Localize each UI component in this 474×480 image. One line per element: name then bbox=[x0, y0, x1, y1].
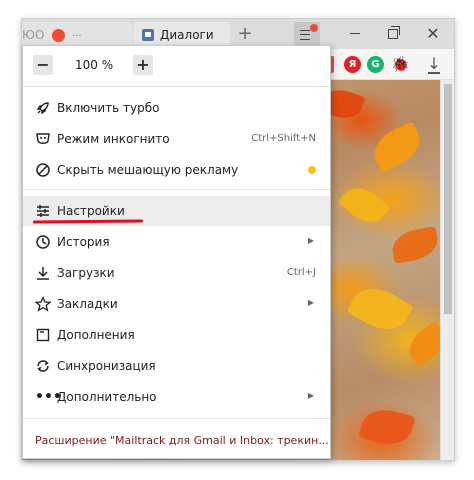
menu-item-turbo[interactable]: Включить турбо bbox=[23, 93, 330, 123]
menu-item-label: Синхронизация bbox=[57, 359, 156, 373]
download-icon bbox=[35, 265, 51, 281]
star-icon bbox=[34, 295, 52, 312]
maximize-button[interactable] bbox=[378, 23, 408, 45]
vk-favicon-icon bbox=[142, 29, 154, 41]
menu-item-more[interactable]: ••• Дополнительно ▶ bbox=[23, 382, 330, 412]
notification-dot bbox=[310, 24, 318, 32]
sync-icon bbox=[35, 358, 51, 374]
menu-item-label: Загрузки bbox=[57, 266, 115, 280]
submenu-arrow-icon: ▶ bbox=[307, 236, 314, 245]
menu-item-bookmarks[interactable]: Закладки ▶ bbox=[23, 289, 330, 319]
leaf bbox=[346, 278, 414, 340]
divider bbox=[23, 189, 330, 190]
scrollbar[interactable] bbox=[440, 80, 454, 460]
menu-item-label: Включить турбо bbox=[57, 101, 160, 115]
divider bbox=[23, 418, 330, 419]
tab-title: Диалоги bbox=[160, 28, 214, 42]
close-icon: ✕ bbox=[426, 24, 440, 43]
restore-icon bbox=[388, 25, 400, 39]
block-icon bbox=[35, 162, 51, 178]
minimize-icon bbox=[350, 33, 360, 34]
yandex-extension-icon[interactable]: Я bbox=[344, 56, 361, 73]
settings-icon bbox=[35, 203, 51, 219]
screenshot: ЮО ... Диалоги + ✕ Я G 🐞 ↓ − 100 % + Вкл… bbox=[0, 0, 474, 480]
menu-item-history[interactable]: История ▶ bbox=[23, 227, 330, 257]
menu-item-label: Дополнительно bbox=[57, 390, 157, 404]
tab-title: ... bbox=[72, 28, 82, 39]
incognito-icon bbox=[35, 131, 51, 147]
zoom-out-button[interactable]: − bbox=[33, 55, 53, 75]
status-dot bbox=[308, 166, 316, 174]
leaf bbox=[337, 179, 391, 231]
menu-item-downloads[interactable]: Загрузки Ctrl+J bbox=[23, 258, 330, 288]
submenu-arrow-icon: ▶ bbox=[307, 391, 314, 400]
shortcut-label: Ctrl+J bbox=[286, 267, 316, 278]
submenu-arrow-icon: ▶ bbox=[307, 298, 314, 307]
extension-notification-link[interactable]: Расширение "Mailtrack для Gmail и Inbox:… bbox=[35, 434, 329, 447]
menu-item-sync[interactable]: Синхронизация bbox=[23, 351, 330, 381]
menu-item-hide-ads[interactable]: Скрыть мешающую рекламу bbox=[23, 155, 330, 185]
zoom-in-button[interactable]: + bbox=[133, 55, 153, 75]
addons-icon bbox=[35, 327, 51, 343]
shortcut-label: Ctrl+Shift+N bbox=[251, 133, 316, 144]
menu-item-label: Скрыть мешающую рекламу bbox=[57, 163, 239, 177]
menu-item-label: История bbox=[57, 235, 110, 249]
site-favicon bbox=[52, 29, 65, 42]
leaf bbox=[389, 226, 441, 264]
zoom-level: 100 % bbox=[75, 58, 114, 72]
divider bbox=[23, 86, 330, 87]
tab-title: ЮО bbox=[22, 28, 45, 42]
new-tab-button[interactable]: + bbox=[234, 23, 256, 45]
menu-item-incognito[interactable]: Режим инкогнито Ctrl+Shift+N bbox=[23, 124, 330, 154]
leaf bbox=[358, 404, 416, 450]
leaf bbox=[367, 121, 427, 173]
highlight-underline bbox=[32, 219, 144, 224]
rocket-icon bbox=[35, 100, 51, 116]
menu-item-label: Настройки bbox=[57, 204, 125, 218]
history-icon bbox=[35, 234, 51, 250]
menu-button[interactable] bbox=[294, 22, 320, 46]
zoom-controls: − 100 % + bbox=[23, 46, 330, 86]
menu-item-label: Режим инкогнито bbox=[57, 132, 170, 146]
grammarly-extension-icon[interactable]: G bbox=[367, 56, 384, 73]
menu-item-addons[interactable]: Дополнения bbox=[23, 320, 330, 350]
scrollbar-thumb[interactable] bbox=[444, 84, 452, 314]
hamburger-icon bbox=[300, 30, 310, 40]
minimize-button[interactable] bbox=[340, 23, 370, 45]
menu-item-label: Дополнения bbox=[57, 328, 135, 342]
more-icon: ••• bbox=[35, 389, 62, 405]
close-button[interactable]: ✕ bbox=[418, 23, 448, 45]
ladybug-extension-icon[interactable]: 🐞 bbox=[391, 56, 410, 73]
menu-item-settings[interactable]: Настройки bbox=[23, 196, 330, 226]
browser-main-menu: − 100 % + Включить турбо Режим инкогнито… bbox=[22, 45, 331, 459]
menu-item-label: Закладки bbox=[57, 297, 118, 311]
downloads-icon[interactable]: ↓ bbox=[424, 54, 444, 74]
